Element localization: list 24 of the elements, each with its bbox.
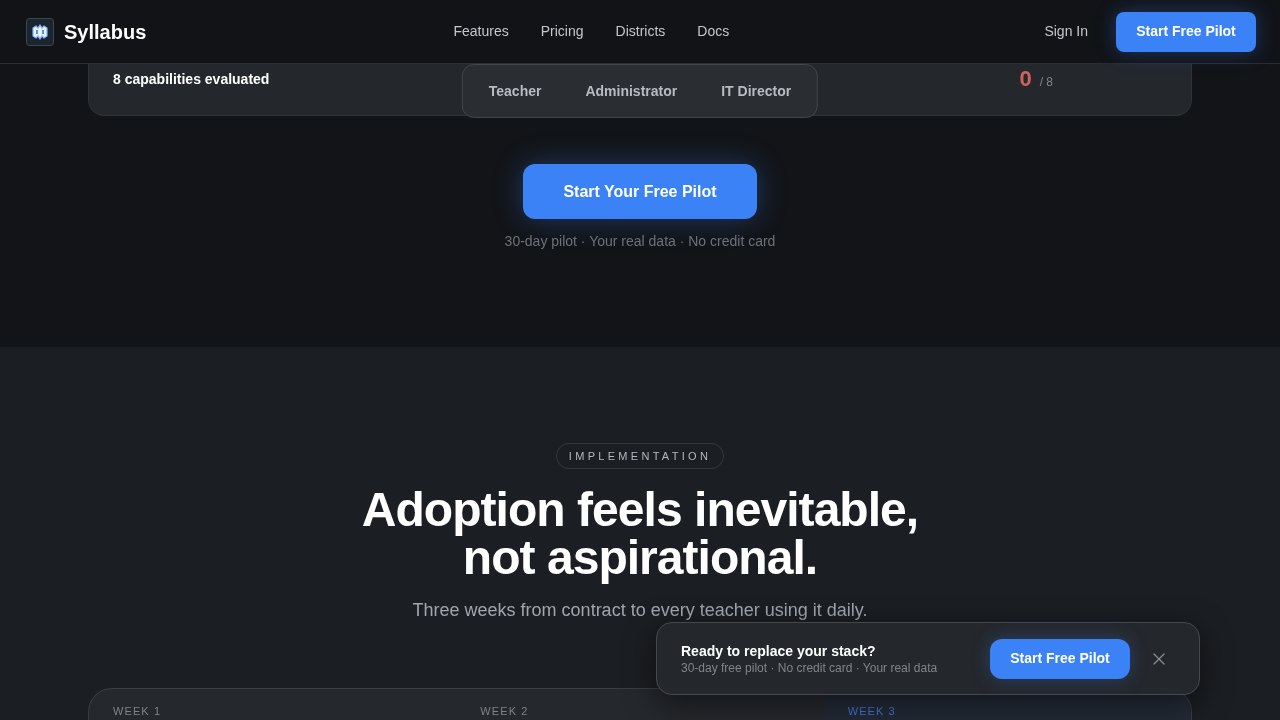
start-your-free-pilot-button[interactable]: Start Your Free Pilot — [523, 164, 757, 219]
brand-name[interactable]: Syllabus — [64, 16, 147, 47]
week-label: WEEK 3 — [847, 704, 897, 718]
score-total: / 8 — [1039, 74, 1053, 91]
section-heading: Adoption feels inevitable, not aspirational. — [360, 486, 920, 582]
nav-link[interactable]: Pricing — [540, 21, 584, 42]
start-free-pilot-button[interactable]: Start Free Pilot — [1116, 11, 1256, 52]
logo-icon — [26, 17, 54, 46]
nav-link[interactable]: Features — [453, 21, 509, 42]
capabilities-summary: 8 capabilities evaluated — [113, 70, 270, 89]
role-tab[interactable]: Teacher — [468, 72, 562, 110]
banner-title: Ready to replace your stack? — [681, 641, 877, 660]
sign-in-link[interactable]: Sign In — [1044, 21, 1088, 42]
banner-start-pilot-button[interactable]: Start Free Pilot — [990, 638, 1130, 679]
role-tab[interactable]: Administrator — [565, 72, 698, 110]
week-label: WEEK 2 — [480, 704, 530, 718]
nav-link[interactable]: Districts — [615, 21, 666, 42]
nav-link[interactable]: Docs — [697, 21, 730, 42]
role-tab[interactable]: IT Director — [701, 72, 812, 110]
pilot-caption: 30-day pilot · Your real data · No credit card — [504, 232, 776, 251]
week-label: WEEK 1 — [113, 704, 163, 718]
banner-subtitle: 30-day free pilot · No credit card · Your real data — [681, 659, 938, 676]
section-subtitle: Three weeks from contract to every teacher using it daily. — [412, 599, 868, 622]
score-value: 0 — [1019, 69, 1032, 89]
